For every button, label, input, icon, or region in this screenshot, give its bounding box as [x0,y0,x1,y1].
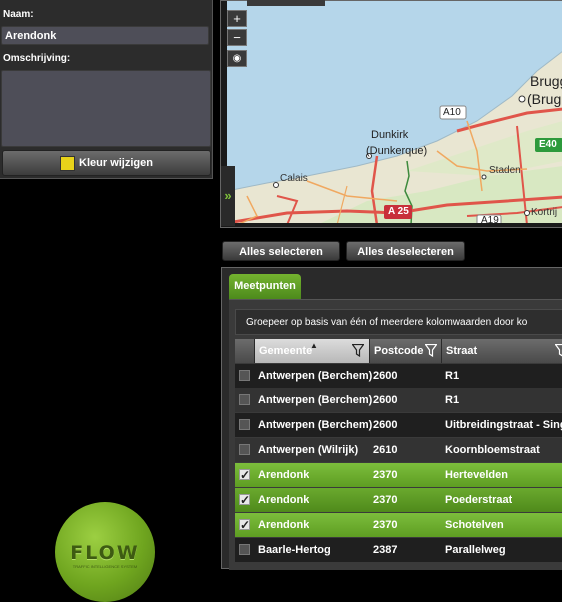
map-label-kortrijk: Kortrij [531,207,558,218]
cell-straat: Hertevelden [445,469,508,481]
change-color-button[interactable]: Kleur wijzigen [2,150,211,176]
map-view[interactable]: Brugge (Brug Dunkirk (Dunkerque) Calais … [227,1,562,223]
row-checkbox[interactable] [239,444,250,455]
cell-postcode: 2600 [373,419,398,431]
cell-straat: Uitbreidingstraat - Sing [445,419,562,431]
filter-icon[interactable] [352,344,364,357]
table-row[interactable]: Antwerpen (Berchem) 2600 R1 [235,388,562,412]
filter-icon[interactable] [555,344,562,357]
filter-icon[interactable] [425,344,437,357]
cell-gemeente: Antwerpen (Berchem) [258,370,373,382]
row-checkbox[interactable] [239,394,250,405]
description-textarea[interactable] [1,70,211,147]
row-checkbox-checked[interactable]: ✓ [239,469,250,481]
row-checkbox-checked[interactable]: ✓ [239,494,250,506]
group-by-hint[interactable]: Groepeer op basis van één of meerdere ko… [235,309,562,335]
cell-gemeente: Arendonk [258,519,310,531]
column-header-postcode[interactable]: Postcode [370,339,442,363]
name-label: Naam: [3,9,34,20]
column-header-straat[interactable]: Straat [442,339,562,363]
table-row-selected[interactable]: ✓ Arendonk 2370 Poederstraat [235,488,562,512]
cell-postcode: 2370 [373,469,398,481]
column-header-gemeente-label: Gemeente [259,345,313,357]
cell-straat: Koornbloemstraat [445,444,540,456]
locate-button[interactable]: ◉ [227,50,247,67]
map-label-brugge-local: (Brug [527,91,562,107]
cell-gemeente: Antwerpen (Wilrijk) [258,444,359,456]
cell-gemeente: Antwerpen (Berchem) [258,419,373,431]
map-label-dunkirk: Dunkirk [371,129,409,141]
name-input[interactable]: Arendonk [1,26,209,45]
color-swatch [60,155,76,171]
row-checkbox[interactable] [239,370,250,381]
cell-postcode: 2600 [373,370,398,382]
map-tiles [227,1,562,223]
table-row[interactable]: Antwerpen (Berchem) 2600 Uitbreidingstra… [235,413,562,437]
cell-straat: Parallelweg [445,544,506,556]
row-checkbox[interactable] [239,419,250,430]
row-checkbox[interactable] [239,544,250,555]
cell-postcode: 2600 [373,394,398,406]
logo-subtext: TRAFFIC INTELLIGENCE SYSTEM [72,564,138,569]
map-expand-toggle[interactable]: » [221,166,235,226]
map-label-calais: Calais [280,173,308,184]
header-select-column [235,339,255,363]
map-shield-a25: A 25 [388,206,409,217]
cell-gemeente: Arendonk [258,494,310,506]
map-shield-e40: E40 [539,139,557,150]
zoom-out-button[interactable]: − [227,29,247,46]
flow-logo: FLOW TRAFFIC INTELLIGENCE SYSTEM [55,502,155,602]
map-label-dunkerque: (Dunkerque) [366,145,428,157]
table-row-selected[interactable]: ✓ Arendonk 2370 Schotelven [235,513,562,537]
map-toolbar-strip [247,0,325,6]
sort-ascending-icon: ▲ [310,341,318,350]
table-row-selected[interactable]: ✓ Arendonk 2370 Hertevelden [235,463,562,487]
map-shield-a19: A19 [481,215,499,223]
cell-postcode: 2370 [373,494,398,506]
map-label-brugge: Brugge [530,73,562,89]
tab-meetpunten[interactable]: Meetpunten [229,274,301,299]
table-row[interactable]: Antwerpen (Wilrijk) 2610 Koornbloemstraa… [235,438,562,462]
column-header-straat-label: Straat [446,345,478,357]
column-header-gemeente[interactable]: Gemeente ▲ [255,339,370,363]
cell-straat: R1 [445,394,460,406]
change-color-label: Kleur wijzigen [79,157,153,169]
cell-gemeente: Baarle-Hertog [258,544,331,556]
map-frame: Brugge (Brug Dunkirk (Dunkerque) Calais … [220,0,562,228]
cell-gemeente: Antwerpen (Berchem) [258,394,373,406]
cell-postcode: 2387 [373,544,398,556]
zoom-in-button[interactable]: + [227,10,247,27]
map-shield-a10: A10 [443,107,461,118]
column-header-postcode-label: Postcode [374,345,424,357]
cell-straat: Poederstraat [445,494,513,506]
cell-straat: R1 [445,370,460,382]
logo-text: FLOW [70,542,140,564]
cell-gemeente: Arendonk [258,469,310,481]
cell-straat: Schotelven [445,519,504,531]
table-row[interactable]: Baarle-Hertog 2387 Parallelweg [235,538,562,562]
deselect-all-button[interactable]: Alles deselecteren [346,241,465,261]
table-row[interactable]: Antwerpen (Berchem) 2600 R1 [235,364,562,388]
row-checkbox-checked[interactable]: ✓ [239,519,250,531]
edit-form-panel: Naam: Arendonk Omschrijving: Kleur wijzi… [0,0,213,179]
map-label-staden: Staden [489,165,521,176]
description-label: Omschrijving: [3,53,71,64]
cell-postcode: 2370 [373,519,398,531]
select-all-button[interactable]: Alles selecteren [222,241,340,261]
cell-postcode: 2610 [373,444,398,456]
